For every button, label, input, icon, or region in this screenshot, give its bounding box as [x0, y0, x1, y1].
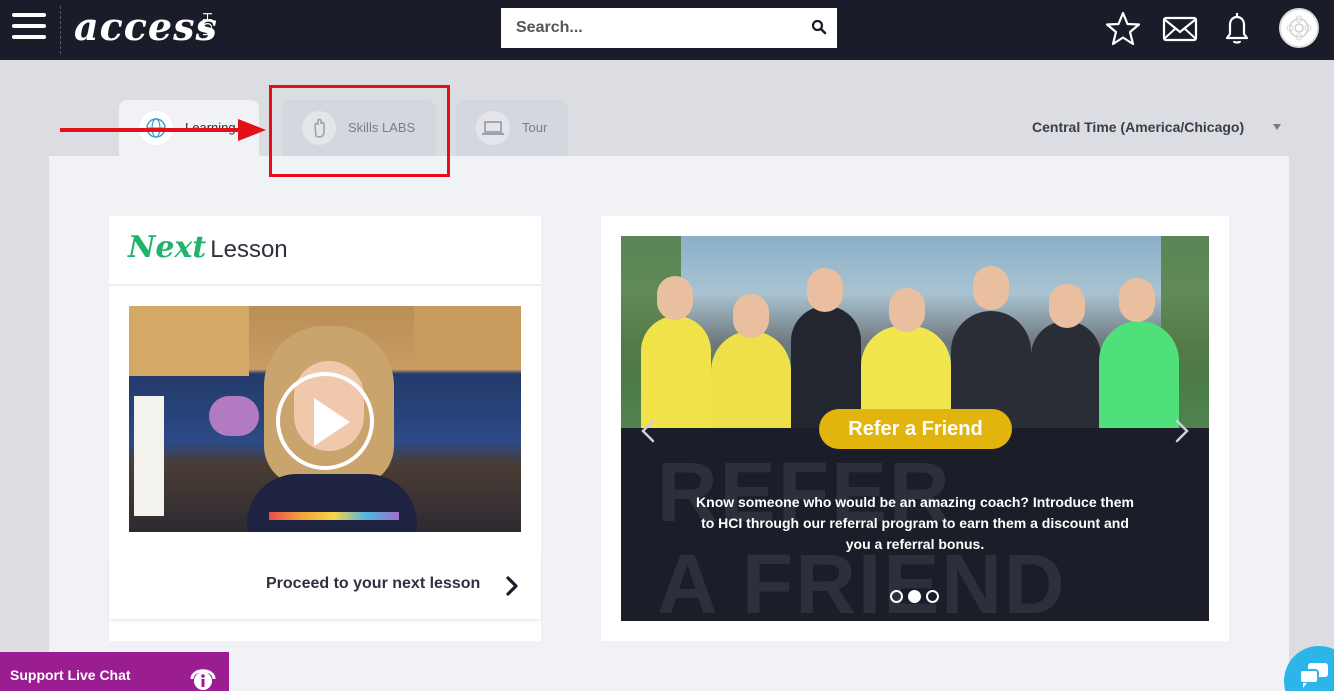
proceed-label: Proceed to your next lesson — [266, 575, 481, 592]
video-scene — [269, 512, 399, 520]
carousel-dot-1[interactable] — [890, 590, 903, 603]
annotation-highlight-box — [269, 85, 450, 177]
bell-icon[interactable] — [1218, 10, 1256, 48]
video-scene — [209, 396, 259, 436]
search-box[interactable] — [501, 8, 837, 48]
lesson-word: Lesson — [210, 236, 288, 263]
photo-scene — [1031, 321, 1101, 428]
laptop-icon — [476, 111, 510, 145]
chevron-down-icon[interactable] — [1273, 124, 1281, 130]
search-icon[interactable] — [811, 19, 827, 35]
video-scene — [247, 474, 417, 532]
photo-scene — [1049, 284, 1085, 328]
chat-bubble-button[interactable] — [1284, 646, 1334, 691]
logo-divider — [60, 6, 61, 54]
photo-scene — [1119, 278, 1155, 322]
photo-scene — [657, 276, 693, 320]
support-live-chat-button[interactable]: Support Live Chat — [0, 652, 229, 691]
tab-tour[interactable]: Tour — [456, 100, 568, 156]
avatar[interactable] — [1279, 8, 1319, 48]
star-icon[interactable] — [1104, 10, 1142, 48]
carousel-prev-icon[interactable] — [640, 418, 656, 444]
photo-scene — [889, 288, 925, 332]
annotation-arrow — [60, 119, 266, 141]
chevron-right-icon — [506, 576, 518, 596]
video-scene — [129, 306, 249, 376]
photo-scene — [641, 316, 711, 428]
chat-icon — [1299, 663, 1328, 688]
video-scene — [414, 306, 521, 366]
refer-a-friend-button[interactable]: Refer a Friend — [819, 409, 1012, 449]
support-label: Support Live Chat — [10, 667, 131, 683]
carousel-dot-2[interactable] — [908, 590, 921, 603]
proceed-next-lesson-button[interactable]: Proceed to your next lesson — [109, 553, 541, 619]
video-scene — [134, 396, 164, 516]
tab-tour-label: Tour — [522, 120, 548, 135]
timezone-select[interactable]: Central Time (America/Chicago) — [1032, 119, 1244, 135]
photo-scene — [711, 331, 791, 428]
photo-scene — [733, 294, 769, 338]
menu-icon[interactable] — [12, 13, 46, 41]
play-icon[interactable] — [276, 372, 374, 470]
headset-info-icon — [190, 669, 216, 690]
next-script-word: Next — [128, 230, 207, 265]
carousel-dot-3[interactable] — [926, 590, 939, 603]
top-bar: access HCI — [0, 0, 1334, 60]
next-lesson-title: Next Lesson — [128, 230, 288, 265]
promo-description: Know someone who would be an amazing coa… — [696, 494, 1134, 552]
mail-icon[interactable] — [1161, 10, 1199, 48]
photo-scene — [973, 266, 1009, 310]
carousel-next-icon[interactable] — [1174, 418, 1190, 444]
lesson-video-thumbnail[interactable] — [129, 306, 521, 532]
promo-photo — [621, 236, 1209, 428]
logo[interactable]: access — [74, 4, 218, 49]
photo-scene — [807, 268, 843, 312]
search-input[interactable] — [501, 8, 801, 48]
mandala-icon — [1286, 15, 1312, 41]
logo-subtitle: HCI — [200, 12, 215, 38]
card-divider — [109, 284, 541, 286]
photo-scene — [1099, 321, 1179, 428]
